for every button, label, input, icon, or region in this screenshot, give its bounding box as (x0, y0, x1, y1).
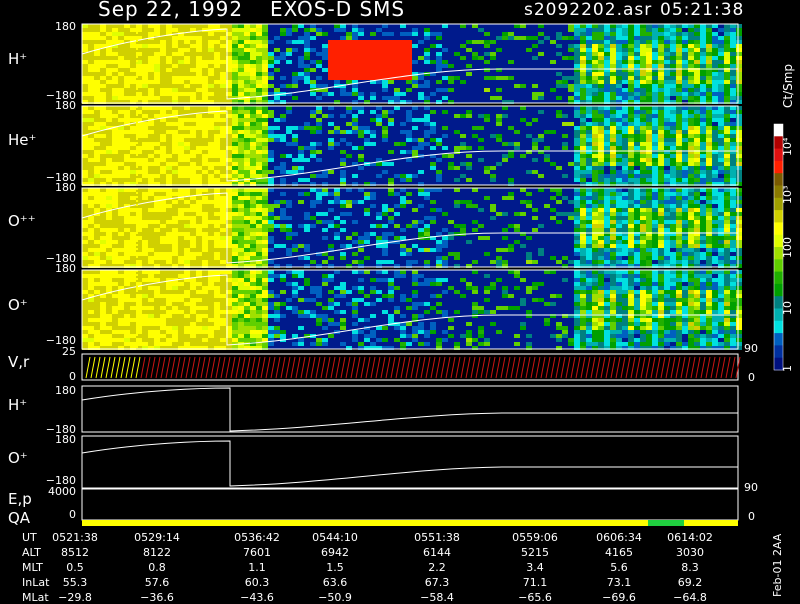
colorbar-cell (774, 136, 783, 149)
colorbar-cell (774, 222, 783, 235)
spectrogram-oplus (82, 270, 742, 350)
colorbar-cell (774, 296, 783, 309)
colorbar-cell (774, 149, 783, 162)
colorbar-cell (774, 186, 783, 199)
colorbar-cell (774, 345, 783, 358)
figure: Sep 22, 1992 EXOS-D SMS s2092202.asr 05:… (0, 0, 800, 600)
colorbar-cell (774, 198, 783, 211)
colorbar-cell (774, 333, 783, 346)
spectrogram-heplus (82, 106, 742, 186)
oplus-line-frame (82, 436, 738, 488)
colorbar-cell (774, 272, 783, 285)
colorbar-cell (774, 173, 783, 186)
colorbar-cell (774, 210, 783, 223)
colorbar-cell (774, 247, 783, 260)
colorbar-cell (774, 321, 783, 334)
colorbar-cell (774, 259, 783, 272)
colorbar-cell (774, 124, 783, 137)
spectrogram-oplusplus (82, 188, 742, 268)
colorbar-cell (774, 235, 783, 248)
hplus-line-frame (82, 386, 738, 432)
colorbar-cell (774, 284, 783, 297)
plot-area (0, 0, 800, 600)
qa-bar-segment (648, 520, 684, 526)
ep-panel-frame (82, 489, 738, 520)
colorbar-cell (774, 161, 783, 174)
colorbar-cell (774, 309, 783, 322)
qa-bar (82, 520, 738, 526)
spectrogram-hplus (82, 24, 742, 104)
colorbar-cell (774, 358, 783, 371)
